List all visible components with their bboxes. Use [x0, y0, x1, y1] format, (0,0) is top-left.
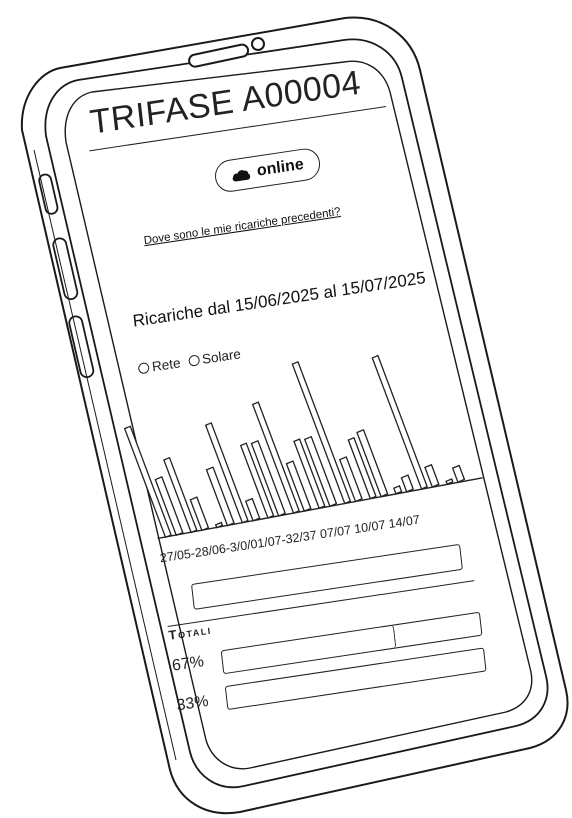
period-heading: Ricariche dal 15/06/2025 al 15/07/2025: [131, 268, 427, 331]
bar-rete: [371, 354, 428, 490]
totals-percent-rete: 67%: [171, 653, 205, 675]
chart-bars: [123, 354, 466, 539]
status-badge[interactable]: online: [213, 146, 322, 194]
bar-solare: [451, 464, 466, 483]
app-screen: TRIFASE A00004 online Dove sono le mie r…: [88, 51, 518, 750]
front-camera: [251, 37, 265, 51]
totals-bar-solare-fill: [226, 687, 228, 709]
cloud-icon: [233, 169, 251, 181]
previous-charges-link[interactable]: Dove sono le mie ricariche precedenti?: [143, 206, 341, 247]
bar-solare: [400, 474, 415, 493]
phone-illustration: TRIFASE A00004 online Dove sono le mie r…: [0, 0, 572, 818]
bar-solare: [244, 497, 261, 522]
status-label: online: [256, 155, 305, 180]
totals-percent-solare: 33%: [175, 692, 210, 715]
bar-solare: [424, 463, 440, 488]
